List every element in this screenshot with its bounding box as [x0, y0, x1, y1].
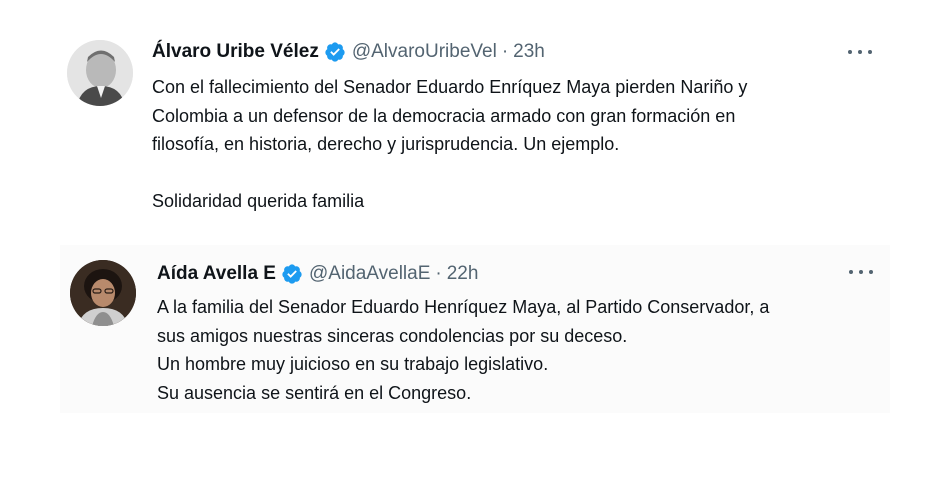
- timestamp[interactable]: 23h: [513, 40, 545, 64]
- avatar-photo: [67, 40, 133, 106]
- tweet-text-line: Colombia a un defensor de la democracia …: [152, 105, 736, 126]
- separator: ·: [435, 263, 442, 284]
- tweet-text-line: A la familia del Senador Eduardo Henríqu…: [157, 297, 770, 317]
- handle[interactable]: @AidaAvellaE: [309, 262, 430, 286]
- avatar-photo: [70, 260, 136, 326]
- tweet-text: Con el fallecimiento del Senador Eduardo…: [152, 73, 747, 215]
- avatar[interactable]: [67, 40, 133, 106]
- more-options-icon[interactable]: [848, 48, 872, 56]
- tweet-card[interactable]: Aída Avella E @AidaAvellaE · 22h A la fa…: [60, 245, 890, 413]
- tweet-text-line: Con el fallecimiento del Senador Eduardo…: [152, 77, 748, 97]
- handle[interactable]: @AlvaroUribeVel: [352, 40, 497, 64]
- display-name[interactable]: Aída Avella E: [157, 262, 276, 286]
- tweet-text: A la familia del Senador Eduardo Henríqu…: [157, 293, 769, 407]
- tweet-text-line: Un hombre muy juicioso en su trabajo leg…: [157, 354, 549, 374]
- verified-badge-icon: [324, 41, 346, 63]
- tweet-text-line: Su ausencia se sentirá en el Congreso.: [157, 382, 472, 403]
- more-options-icon[interactable]: [849, 268, 873, 276]
- tweet-header: Álvaro Uribe Vélez @AlvaroUribeVel · 23h: [152, 40, 545, 64]
- tweet-text-line: Solidaridad querida familia: [152, 190, 365, 211]
- verified-badge-icon: [281, 263, 303, 285]
- separator: ·: [501, 41, 509, 62]
- tweet-text-line: filosofía, en historia, derecho y jurisp…: [152, 134, 620, 154]
- tweet-text-blank-line: [152, 159, 747, 187]
- tweet-card[interactable]: Álvaro Uribe Vélez @AlvaroUribeVel · 23h…: [55, 22, 890, 232]
- tweet-header: Aída Avella E @AidaAvellaE · 22h: [157, 262, 478, 286]
- avatar[interactable]: [70, 260, 136, 326]
- tweet-text-line: sus amigos nuestras sinceras condolencia…: [157, 325, 628, 346]
- timestamp[interactable]: 22h: [447, 262, 479, 286]
- display-name[interactable]: Álvaro Uribe Vélez: [152, 40, 319, 64]
